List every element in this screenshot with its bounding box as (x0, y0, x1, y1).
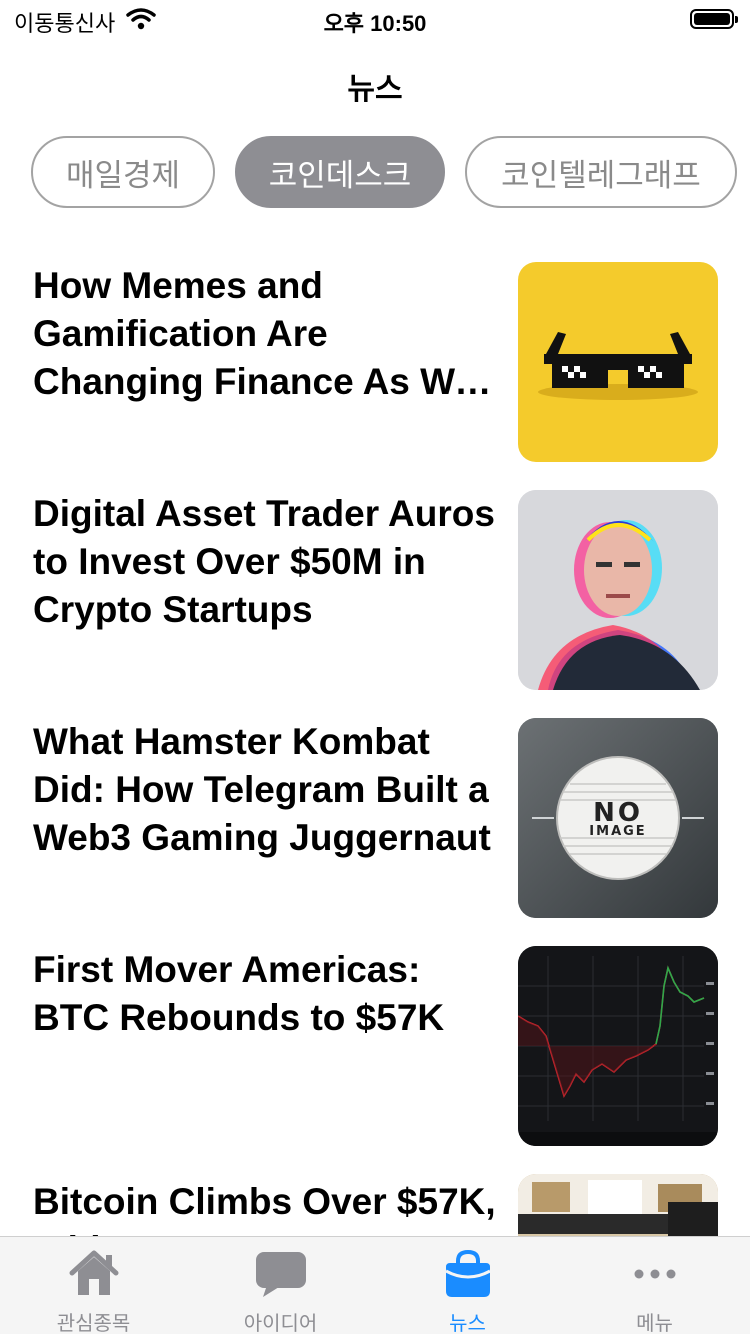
tab-ideas[interactable]: 아이디어 (187, 1237, 374, 1335)
more-dots-icon (561, 1247, 748, 1301)
no-image-subtext: IMAGE (589, 824, 647, 839)
tab-label: 관심종목 (56, 1313, 131, 1335)
tab-watchlist[interactable]: 관심종목 (0, 1237, 187, 1335)
tab-bar: 관심종목 아이디어 뉴스 메뉴 (0, 1236, 750, 1335)
news-thumbnail (518, 946, 718, 1146)
tab-menu[interactable]: 메뉴 (561, 1237, 748, 1335)
news-headline: What Hamster Kombat Did: How Telegram Bu… (33, 721, 491, 858)
news-headline: Bitcoin Climbs Over $57K, With Some Cryp… (33, 1181, 496, 1236)
news-headline: First Mover Americas: BTC Rebounds to $5… (33, 949, 445, 1038)
tab-news[interactable]: 뉴스 (374, 1237, 561, 1335)
shopping-bag-icon (374, 1247, 561, 1301)
news-headline: Digital Asset Trader Auros to Invest Ove… (33, 493, 495, 630)
news-thumbnail (518, 1174, 718, 1236)
news-thumbnail (518, 262, 718, 462)
news-item[interactable]: How Memes and Gamification Are Changing … (0, 262, 750, 462)
news-item[interactable]: First Mover Americas: BTC Rebounds to $5… (0, 946, 750, 1146)
news-item[interactable]: What Hamster Kombat Did: How Telegram Bu… (0, 718, 750, 918)
speech-bubble-icon (187, 1247, 374, 1301)
tab-label: 뉴스 (449, 1313, 486, 1335)
news-thumbnail: NO IMAGE (518, 718, 718, 918)
news-feed: How Memes and Gamification Are Changing … (0, 0, 750, 1236)
tab-label: 메뉴 (636, 1313, 673, 1335)
home-icon (0, 1247, 187, 1301)
news-item[interactable]: Digital Asset Trader Auros to Invest Ove… (0, 490, 750, 690)
news-headline: How Memes and Gamification Are Changing … (33, 265, 475, 402)
tab-label: 아이디어 (243, 1313, 318, 1335)
news-item[interactable]: Bitcoin Climbs Over $57K, With Some Cryp… (0, 1174, 750, 1236)
news-thumbnail (518, 490, 718, 690)
